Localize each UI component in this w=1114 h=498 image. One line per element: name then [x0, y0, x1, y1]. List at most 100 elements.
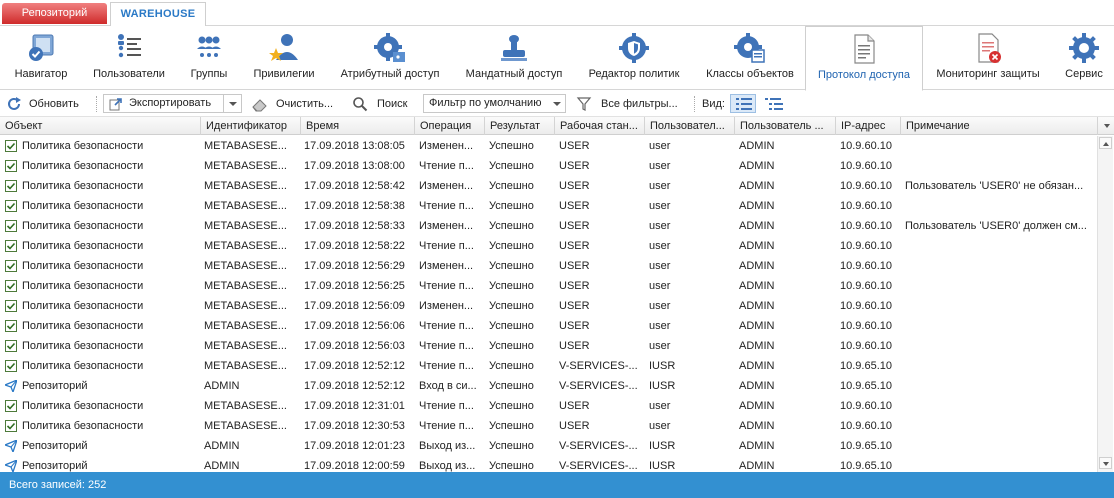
ribbon-object-classes-button[interactable]: Классы объектов	[696, 26, 804, 90]
cell-identifier: METABASESE...	[204, 300, 287, 312]
table-row[interactable]: Политика безопасности METABASESE... 17.09.…	[0, 216, 1097, 236]
cell-ip: 10.9.60.10	[840, 260, 892, 272]
column-menu-button[interactable]	[1100, 117, 1114, 135]
cell-result: Успешно	[489, 280, 534, 292]
cell-time: 17.09.2018 12:30:53	[304, 420, 405, 432]
cell-user: ADMIN	[739, 460, 775, 472]
column-header-user[interactable]: Пользователь ...	[735, 117, 836, 135]
cell-object: Политика безопасности	[22, 320, 144, 332]
cell-note	[905, 196, 1093, 216]
tab-repository[interactable]: Репозиторий	[2, 3, 107, 24]
table-row[interactable]: Политика безопасности METABASESE... 17.09.…	[0, 276, 1097, 296]
cell-object: Политика безопасности	[22, 160, 144, 172]
cell-ip: 10.9.60.10	[840, 220, 892, 232]
view-list-button[interactable]	[730, 94, 756, 113]
cell-identifier: ADMIN	[204, 460, 240, 472]
table-row[interactable]: Политика безопасности METABASESE... 17.09.…	[0, 236, 1097, 256]
column-header-note[interactable]: Примечание	[901, 117, 1098, 135]
table-row[interactable]: Политика безопасности METABASESE... 17.09.…	[0, 316, 1097, 336]
table-row[interactable]: Политика безопасности METABASESE... 17.09.…	[0, 396, 1097, 416]
scroll-down-button[interactable]	[1099, 457, 1112, 469]
cell-user: ADMIN	[739, 180, 775, 192]
cell-result: Успешно	[489, 300, 534, 312]
scroll-up-button[interactable]	[1099, 137, 1112, 149]
search-label: Поиск	[377, 98, 408, 110]
cell-result: Успешно	[489, 420, 534, 432]
column-header-user-os[interactable]: Пользовател...	[645, 117, 735, 135]
cell-user-os: IUSR	[649, 460, 676, 472]
cell-ip: 10.9.60.10	[840, 180, 892, 192]
column-header-time[interactable]: Время	[301, 117, 415, 135]
ribbon-privileges-button[interactable]: Привилегии	[244, 26, 324, 90]
table-row[interactable]: Политика безопасности METABASESE... 17.09.…	[0, 196, 1097, 216]
column-header-object[interactable]: Объект	[0, 117, 201, 135]
ribbon-navigator-button[interactable]: Навигатор	[0, 26, 82, 90]
vertical-scrollbar[interactable]	[1097, 136, 1113, 472]
all-filters-button[interactable]: Все фильтры...	[576, 94, 692, 114]
cell-workstation: USER	[559, 160, 590, 172]
cell-identifier: ADMIN	[204, 380, 240, 392]
ribbon-attribute-access-button[interactable]: Атрибутный доступ	[326, 26, 454, 90]
view-tree-button[interactable]	[762, 94, 786, 114]
policy-icon	[5, 360, 17, 372]
table-row[interactable]: Политика безопасности METABASESE... 17.09.…	[0, 336, 1097, 356]
cell-identifier: METABASESE...	[204, 200, 287, 212]
ribbon-access-log-button[interactable]: Протокол доступа	[805, 26, 923, 91]
cell-identifier: METABASESE...	[204, 240, 287, 252]
service-icon	[1069, 33, 1099, 63]
cell-user: ADMIN	[739, 360, 775, 372]
cell-note	[905, 136, 1093, 156]
cell-time: 17.09.2018 12:01:23	[304, 440, 405, 452]
table-row[interactable]: Политика безопасности METABASESE... 17.09.…	[0, 296, 1097, 316]
cell-user-os: user	[649, 340, 671, 352]
column-header-result[interactable]: Результат	[485, 117, 555, 135]
cell-time: 17.09.2018 12:58:42	[304, 180, 405, 192]
search-button[interactable]: Поиск	[352, 94, 412, 114]
security-monitoring-icon	[978, 33, 1001, 63]
ribbon-policy-editor-button[interactable]: Редактор политик	[574, 26, 694, 90]
export-button[interactable]: Экспортировать	[103, 94, 242, 113]
ribbon-security-monitoring-button[interactable]: Мониторинг защиты	[926, 26, 1050, 90]
table-row[interactable]: Политика безопасности METABASESE... 17.09.…	[0, 356, 1097, 376]
cell-object: Политика безопасности	[22, 360, 144, 372]
column-header-workstation[interactable]: Рабочая стан...	[555, 117, 645, 135]
table-row[interactable]: Политика безопасности METABASESE... 17.09.…	[0, 256, 1097, 276]
grid-header: Объект Идентификатор Время Операция Резу…	[0, 117, 1114, 135]
ribbon-users-button[interactable]: Пользователи	[84, 26, 174, 90]
column-header-ip[interactable]: IP-адрес	[836, 117, 901, 135]
policy-icon	[5, 200, 17, 212]
column-header-identifier[interactable]: Идентификатор	[201, 117, 301, 135]
export-dropdown-arrow[interactable]	[223, 95, 241, 112]
cell-time: 17.09.2018 12:58:33	[304, 220, 405, 232]
cell-identifier: METABASESE...	[204, 280, 287, 292]
cell-result: Успешно	[489, 320, 534, 332]
column-header-operation[interactable]: Операция	[415, 117, 485, 135]
tab-warehouse[interactable]: WAREHOUSE	[110, 2, 206, 27]
repository-icon	[5, 380, 17, 392]
table-row[interactable]: Репозиторий ADMIN 17.09.2018 12:01:23 Выход…	[0, 436, 1097, 456]
cell-object: Политика безопасности	[22, 140, 144, 152]
cell-ip: 10.9.60.10	[840, 160, 892, 172]
table-row[interactable]: Политика безопасности METABASESE... 17.09.…	[0, 416, 1097, 436]
table-row[interactable]: Политика безопасности METABASESE... 17.09.…	[0, 176, 1097, 196]
cell-time: 17.09.2018 12:58:38	[304, 200, 405, 212]
cell-workstation: USER	[559, 340, 590, 352]
cell-result: Успешно	[489, 220, 534, 232]
clear-button[interactable]: Очистить...	[251, 94, 341, 114]
ribbon-mandatory-access-button[interactable]: Мандатный доступ	[456, 26, 572, 90]
table-row[interactable]: Репозиторий ADMIN 17.09.2018 12:00:59 Выход…	[0, 456, 1097, 472]
chevron-down-icon	[1104, 124, 1110, 128]
filter-select[interactable]: Фильтр по умолчанию	[423, 94, 566, 113]
refresh-button[interactable]: Обновить	[6, 94, 86, 114]
table-row[interactable]: Политика безопасности METABASESE... 17.09.…	[0, 136, 1097, 156]
cell-note	[905, 296, 1093, 316]
table-row[interactable]: Политика безопасности METABASESE... 17.09.…	[0, 156, 1097, 176]
ribbon-service-button[interactable]: Сервис	[1054, 26, 1114, 90]
repository-icon	[5, 460, 17, 472]
table-row[interactable]: Репозиторий ADMIN 17.09.2018 12:52:12 Вход …	[0, 376, 1097, 396]
policy-icon	[5, 320, 17, 332]
ribbon-groups-button[interactable]: Группы	[176, 26, 242, 90]
cell-operation: Изменен...	[419, 140, 474, 152]
cell-note	[905, 236, 1093, 256]
users-list-icon	[118, 34, 141, 58]
